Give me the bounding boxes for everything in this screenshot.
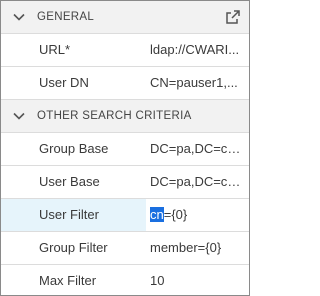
- property-row-user-base[interactable]: User Base DC=pa,DC=co...: [1, 166, 249, 199]
- property-row-user-filter[interactable]: User Filter cn={0}: [1, 199, 249, 232]
- section-header-general[interactable]: GENERAL: [1, 1, 249, 34]
- selected-text: cn: [150, 207, 164, 222]
- property-value[interactable]: 10: [150, 265, 249, 295]
- chevron-down-icon[interactable]: [1, 112, 37, 120]
- property-row-url[interactable]: URL* ldap://CWARI...: [1, 34, 249, 67]
- property-value[interactable]: ldap://CWARI...: [150, 34, 249, 66]
- external-link-icon[interactable]: [225, 9, 241, 25]
- section-title: GENERAL: [37, 11, 95, 23]
- user-filter-input[interactable]: cn={0}: [146, 199, 249, 231]
- property-row-user-dn[interactable]: User DN CN=pauser1,...: [1, 67, 249, 100]
- property-value[interactable]: member={0}: [150, 232, 249, 264]
- property-label: Max Filter: [39, 273, 97, 288]
- property-label: User DN: [39, 75, 89, 90]
- property-label: Group Filter: [39, 240, 108, 255]
- property-row-group-filter[interactable]: Group Filter member={0}: [1, 232, 249, 265]
- section-title: OTHER SEARCH CRITERIA: [37, 110, 192, 122]
- property-value[interactable]: CN=pauser1,...: [150, 67, 249, 99]
- property-value[interactable]: DC=pa,DC=co...: [150, 166, 249, 198]
- property-label: User Filter: [39, 207, 99, 222]
- unselected-text: ={0}: [163, 207, 188, 222]
- property-row-group-base[interactable]: Group Base DC=pa,DC=co...: [1, 133, 249, 166]
- property-label: URL*: [39, 42, 71, 57]
- chevron-down-icon[interactable]: [1, 13, 37, 21]
- property-label: User Base: [39, 174, 100, 189]
- ldap-properties-panel: GENERAL URL* ldap://CWARI... User DN CN=…: [0, 0, 250, 296]
- property-row-max-filter[interactable]: Max Filter 10: [1, 265, 249, 295]
- property-value[interactable]: DC=pa,DC=co...: [150, 133, 249, 165]
- section-header-other-search-criteria[interactable]: OTHER SEARCH CRITERIA: [1, 100, 249, 133]
- property-label: Group Base: [39, 141, 109, 156]
